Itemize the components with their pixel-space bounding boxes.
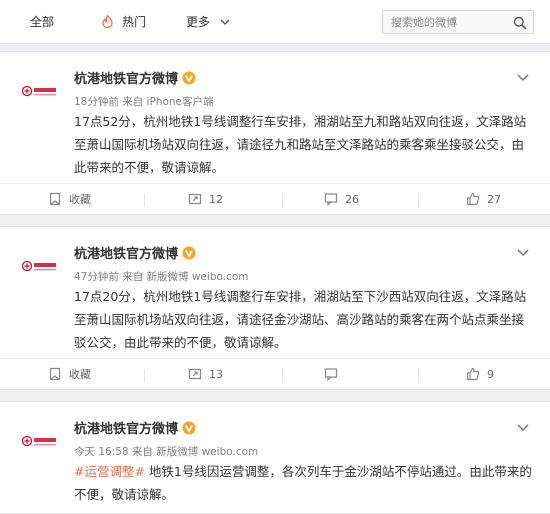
forward-count: 12 bbox=[209, 193, 223, 206]
chevron-down-icon bbox=[220, 2, 230, 46]
favorite-icon bbox=[49, 192, 61, 206]
post-meta: 47分钟前 来自 新版微博 weibo.com bbox=[74, 271, 249, 283]
favorite-icon bbox=[49, 367, 61, 381]
flame-icon bbox=[102, 14, 117, 30]
tab-hot-label: 热门 bbox=[122, 15, 147, 29]
action-separator bbox=[144, 194, 145, 207]
comment-icon bbox=[324, 193, 338, 207]
comment-button[interactable]: 26 bbox=[324, 184, 359, 216]
post-meta: 今天 16:58 来自 新版微博 weibo.com bbox=[74, 446, 259, 458]
account-name[interactable]: 杭港地铁官方微博 bbox=[74, 68, 196, 87]
tab-all-label: 全部 bbox=[30, 15, 55, 29]
verified-badge-icon bbox=[182, 246, 196, 260]
thumbs-up-icon bbox=[466, 367, 480, 381]
forward-button[interactable]: 13 bbox=[188, 359, 223, 391]
favorite-button[interactable]: 收藏 bbox=[48, 359, 91, 391]
post-meta: 18分钟前 来自 iPhone客户端 bbox=[74, 96, 214, 108]
forward-icon bbox=[188, 193, 202, 205]
account-name-text: 杭港地铁官方微博 bbox=[74, 422, 179, 437]
account-logo[interactable] bbox=[21, 433, 58, 447]
account-name[interactable]: 杭港地铁官方微博 bbox=[74, 418, 196, 437]
like-count: 9 bbox=[487, 368, 494, 381]
top-tab-bar: 全部 热门 更多 bbox=[0, 0, 550, 44]
favorite-label: 收藏 bbox=[69, 193, 91, 206]
tab-more-label: 更多 bbox=[186, 15, 211, 29]
post-text: 17点20分，杭州地铁1号线调整行车安排，湘湖站至下沙西站双向往返，文泽路站至萧… bbox=[74, 289, 527, 350]
like-count: 27 bbox=[487, 193, 501, 206]
comment-icon bbox=[324, 368, 338, 382]
verified-badge-icon bbox=[182, 71, 196, 85]
forward-button[interactable]: 12 bbox=[188, 184, 223, 216]
action-separator bbox=[282, 369, 283, 382]
account-logo[interactable] bbox=[21, 258, 58, 272]
post-menu-chevron-icon[interactable] bbox=[516, 418, 530, 432]
weibo-post: 杭港地铁官方微博 今天 16:58 来自 新版微博 weibo.com #运营调… bbox=[0, 401, 550, 514]
search-box bbox=[382, 10, 534, 34]
tab-more[interactable]: 更多 bbox=[186, 0, 230, 44]
action-separator bbox=[282, 194, 283, 207]
search-icon[interactable] bbox=[513, 15, 527, 30]
weibo-post: 杭港地铁官方微博 47分钟前 来自 新版微博 weibo.com 17点20分，… bbox=[0, 226, 550, 390]
favorite-label: 收藏 bbox=[69, 368, 91, 381]
tab-all[interactable]: 全部 bbox=[30, 0, 54, 44]
account-logo[interactable] bbox=[21, 83, 58, 97]
post-menu-chevron-icon[interactable] bbox=[516, 243, 530, 257]
comment-button[interactable] bbox=[324, 359, 345, 391]
comment-count: 26 bbox=[345, 193, 359, 206]
like-button[interactable]: 27 bbox=[466, 184, 501, 216]
search-input[interactable] bbox=[383, 11, 507, 33]
weibo-post: 杭港地铁官方微博 18分钟前 来自 iPhone客户端 17点52分，杭州地铁1… bbox=[0, 51, 550, 215]
forward-count: 13 bbox=[209, 368, 223, 381]
action-separator bbox=[144, 369, 145, 382]
account-name-text: 杭港地铁官方微博 bbox=[74, 72, 179, 87]
tab-hot[interactable]: 热门 bbox=[102, 0, 146, 44]
post-menu-chevron-icon[interactable] bbox=[516, 68, 530, 82]
forward-icon bbox=[188, 368, 202, 380]
action-separator bbox=[418, 369, 419, 382]
favorite-button[interactable]: 收藏 bbox=[48, 184, 91, 216]
account-name-text: 杭港地铁官方微博 bbox=[74, 247, 179, 262]
post-text: 17点52分，杭州地铁1号线调整行车安排，湘湖站至九和路站双向往返，文泽路站至萧… bbox=[74, 114, 527, 175]
action-separator bbox=[418, 194, 419, 207]
hashtag-link[interactable]: #运营调整# bbox=[74, 464, 145, 479]
like-button[interactable]: 9 bbox=[466, 359, 494, 391]
verified-badge-icon bbox=[182, 421, 196, 435]
thumbs-up-icon bbox=[466, 192, 480, 206]
account-name[interactable]: 杭港地铁官方微博 bbox=[74, 243, 196, 262]
post-text: #运营调整# 地铁1号线因运营调整，各次列车于金沙湖站不停站通过。由此带来的不便… bbox=[74, 460, 534, 506]
